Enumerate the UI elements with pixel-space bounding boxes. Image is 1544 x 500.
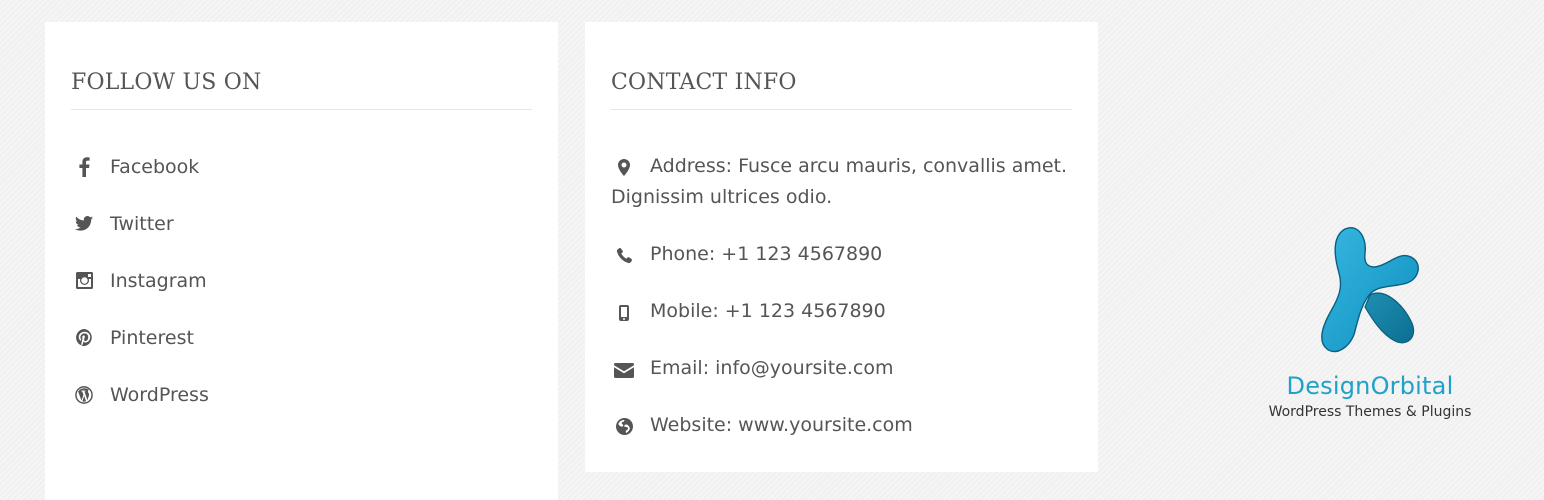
contact-address: Address: Fusce arcu mauris, convallis am…: [611, 151, 1072, 213]
social-link-label: Instagram: [110, 269, 207, 292]
social-link-wordpress[interactable]: WordPress: [71, 366, 532, 423]
mobile-icon: [611, 302, 637, 324]
contact-website: Website: www.yoursite.com: [611, 410, 1072, 441]
contact-info-widget: CONTACT INFO Address: Fusce arcu mauris,…: [585, 22, 1098, 472]
envelope-icon: [611, 360, 637, 382]
logo-brand-name: DesignOrbital: [1286, 372, 1454, 400]
social-link-label: Facebook: [110, 155, 200, 178]
contact-email-text[interactable]: Email: info@yoursite.com: [650, 357, 893, 379]
map-marker-icon: [611, 157, 637, 179]
social-link-label: WordPress: [110, 383, 209, 406]
social-link-instagram[interactable]: Instagram: [71, 252, 532, 309]
wordpress-icon: [71, 384, 97, 406]
contact-mobile-text: Mobile: +1 123 4567890: [650, 300, 886, 322]
social-link-label: Twitter: [110, 212, 174, 235]
contact-website-text[interactable]: Website: www.yoursite.com: [650, 414, 913, 436]
social-link-twitter[interactable]: Twitter: [71, 195, 532, 252]
contact-info-title: CONTACT INFO: [611, 70, 1072, 110]
phone-icon: [611, 245, 637, 267]
contact-email: Email: info@yoursite.com: [611, 353, 1072, 384]
contact-phone-text: Phone: +1 123 4567890: [650, 243, 883, 265]
design-orbital-logo-mark: [1321, 227, 1419, 353]
social-links-list: Facebook Twitter Instagram Pinterest Wor…: [71, 138, 532, 423]
contact-info-list: Address: Fusce arcu mauris, convallis am…: [611, 151, 1072, 441]
logo-tagline: WordPress Themes & Plugins: [1268, 404, 1472, 420]
pinterest-icon: [71, 327, 97, 349]
contact-mobile: Mobile: +1 123 4567890: [611, 296, 1072, 327]
follow-us-widget: FOLLOW US ON Facebook Twitter Instagram …: [45, 22, 558, 500]
social-link-pinterest[interactable]: Pinterest: [71, 309, 532, 366]
facebook-icon: [71, 156, 97, 178]
contact-address-text: Address: Fusce arcu mauris, convallis am…: [611, 155, 1068, 208]
design-orbital-logo[interactable]: DesignOrbital WordPress Themes & Plugins: [1255, 225, 1485, 435]
instagram-icon: [71, 270, 97, 292]
twitter-icon: [71, 213, 97, 235]
contact-phone: Phone: +1 123 4567890: [611, 239, 1072, 270]
follow-us-title: FOLLOW US ON: [71, 70, 532, 110]
social-link-label: Pinterest: [110, 326, 194, 349]
globe-icon: [611, 416, 637, 438]
social-link-facebook[interactable]: Facebook: [71, 138, 532, 195]
